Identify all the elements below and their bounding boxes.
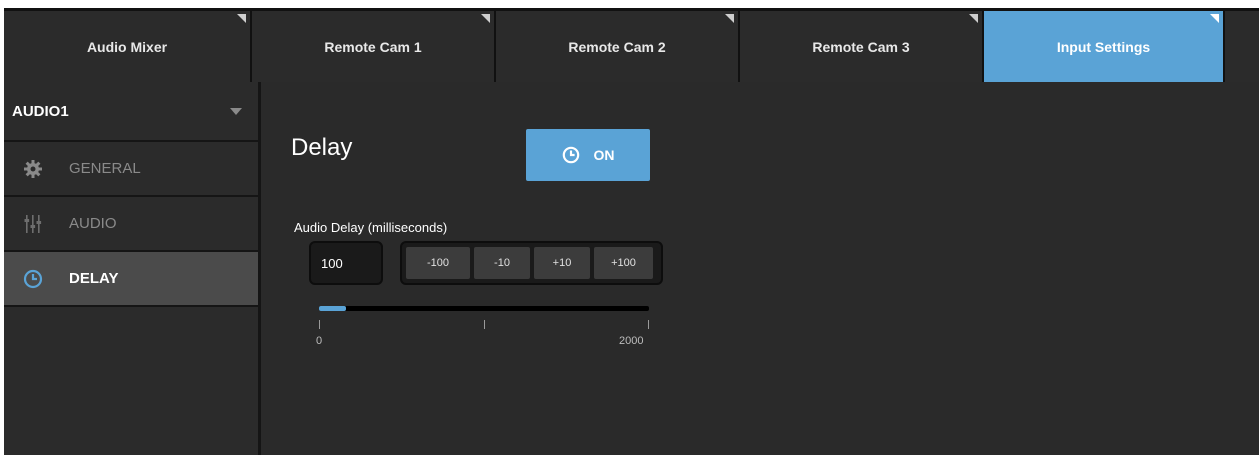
tab-label: Audio Mixer <box>86 38 168 55</box>
sidebar-item-label: GENERAL <box>69 160 141 177</box>
tab-input-settings[interactable]: Input Settings <box>984 11 1225 82</box>
app-window: Audio Mixer Remote Cam 1 Remote Cam 2 Re… <box>4 8 1259 455</box>
sidebar-item-label: AUDIO <box>69 215 117 232</box>
sidebar-item-delay[interactable]: DELAY <box>4 252 258 307</box>
sidebar: AUDIO1 GENERAL AUDIO DELAY <box>4 82 261 455</box>
tab-remote-cam-3[interactable]: Remote Cam 3 <box>740 11 984 82</box>
clock-icon <box>562 146 580 164</box>
delay-slider[interactable] <box>319 304 649 316</box>
tab-menu-corner-icon[interactable] <box>725 14 734 23</box>
toggle-label: ON <box>593 147 615 163</box>
source-select-value: AUDIO1 <box>12 102 69 120</box>
clock-icon <box>21 267 45 291</box>
slider-min-label: 0 <box>316 335 323 347</box>
slider-tick-mid <box>484 320 485 329</box>
slider-tick-max <box>648 320 649 329</box>
tab-menu-corner-icon[interactable] <box>969 14 978 23</box>
tab-label: Remote Cam 3 <box>812 38 910 55</box>
slider-track[interactable] <box>319 306 649 311</box>
sliders-icon <box>21 212 45 236</box>
audio-delay-label: Audio Delay (milliseconds) <box>294 220 448 235</box>
gear-icon <box>21 157 45 181</box>
tab-audio-mixer[interactable]: Audio Mixer <box>4 11 252 82</box>
tab-menu-corner-icon[interactable] <box>481 14 490 23</box>
tab-menu-corner-icon[interactable] <box>1210 14 1219 23</box>
slider-max-label: 2000 <box>619 335 644 347</box>
slider-fill <box>319 306 346 311</box>
step-minus-100-button[interactable]: -100 <box>405 246 471 280</box>
page-title: Delay <box>291 134 353 161</box>
tab-label: Remote Cam 2 <box>568 38 666 55</box>
step-plus-10-button[interactable]: +10 <box>533 246 591 280</box>
tab-remote-cam-2[interactable]: Remote Cam 2 <box>496 11 740 82</box>
source-select[interactable]: AUDIO1 <box>4 82 258 142</box>
tab-menu-corner-icon[interactable] <box>237 14 246 23</box>
step-minus-10-button[interactable]: -10 <box>473 246 531 280</box>
chevron-down-icon <box>230 108 242 115</box>
delay-panel: Delay ON Audio Delay (milliseconds) -100… <box>261 82 1259 455</box>
tab-remote-cam-1[interactable]: Remote Cam 1 <box>252 11 496 82</box>
step-plus-100-button[interactable]: +100 <box>593 246 654 280</box>
sidebar-item-audio[interactable]: AUDIO <box>4 197 258 252</box>
sidebar-item-general[interactable]: GENERAL <box>4 142 258 197</box>
tab-bar-filler <box>1225 11 1259 82</box>
delay-step-group: -100 -10 +10 +100 <box>400 241 663 285</box>
tab-label: Remote Cam 1 <box>324 38 422 55</box>
tab-bar: Audio Mixer Remote Cam 1 Remote Cam 2 Re… <box>4 8 1259 82</box>
delay-toggle-button[interactable]: ON <box>526 129 650 181</box>
sidebar-item-label: DELAY <box>69 270 119 287</box>
tab-label: Input Settings <box>1056 38 1151 55</box>
slider-tick-min <box>319 320 320 329</box>
audio-delay-input[interactable] <box>309 241 383 285</box>
